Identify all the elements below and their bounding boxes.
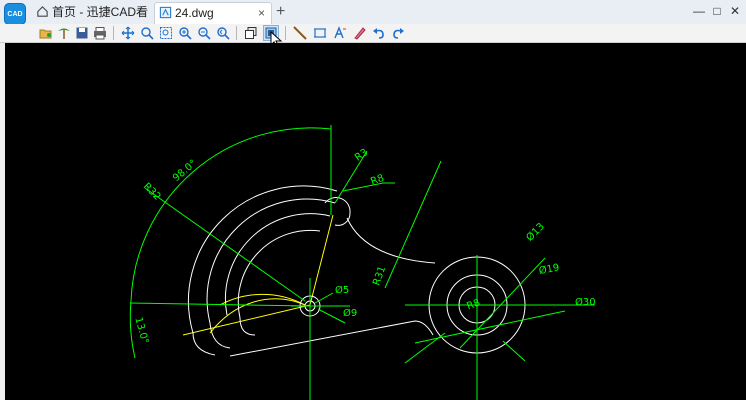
tab-close-icon[interactable]: × <box>258 3 265 23</box>
maximize-button[interactable]: □ <box>708 2 726 20</box>
dim-dia-5: Ø5 <box>335 284 349 296</box>
tree-icon[interactable] <box>56 25 72 41</box>
undo-icon[interactable] <box>371 25 387 41</box>
text-icon[interactable] <box>332 25 348 41</box>
title-bar: CAD 首页 - 迅捷CAD看图 24.dwg × + — □ ✕ <box>0 0 746 39</box>
zoom-previous-icon[interactable] <box>215 25 231 41</box>
home-icon <box>37 6 48 17</box>
dim-dia-30: Ø30 <box>575 296 596 308</box>
zoom-window-icon[interactable] <box>139 25 155 41</box>
markup-icon[interactable] <box>352 25 368 41</box>
layers-icon[interactable] <box>243 25 259 41</box>
dimension-lines <box>129 125 595 400</box>
measure-line-icon[interactable] <box>292 25 308 41</box>
save-icon[interactable] <box>74 25 90 41</box>
dim-dia-19: Ø19 <box>538 262 560 277</box>
tab-document[interactable]: 24.dwg × <box>154 2 272 24</box>
drawing-canvas[interactable]: 98.0° R32 R3 R8 R31 13.0° Ø5 Ø9 Ø13 Ø19 … <box>5 43 746 400</box>
dim-radius-32: R32 <box>141 181 163 203</box>
dim-dia-9: Ø9 <box>343 307 357 319</box>
zoom-in-icon[interactable] <box>177 25 193 41</box>
measure-area-icon[interactable] <box>312 25 328 41</box>
new-tab-button[interactable]: + <box>276 2 285 22</box>
toolbar-separator <box>113 26 114 40</box>
zoom-out-icon[interactable] <box>196 25 212 41</box>
print-icon[interactable] <box>92 25 108 41</box>
close-button[interactable]: ✕ <box>726 2 744 20</box>
redo-icon[interactable] <box>390 25 406 41</box>
open-icon[interactable] <box>38 25 54 41</box>
dwg-file-icon <box>159 6 172 19</box>
tab-document-label: 24.dwg <box>175 6 214 20</box>
cad-drawing: 98.0° R32 R3 R8 R31 13.0° Ø5 Ø9 Ø13 Ø19 … <box>129 125 596 400</box>
dim-radius-8-center: R8 <box>465 298 481 313</box>
zoom-extents-icon[interactable] <box>158 25 174 41</box>
toolbar-separator <box>236 26 237 40</box>
dim-dia-13: Ø13 <box>524 221 547 244</box>
tab-home[interactable]: 首页 - 迅捷CAD看图 <box>32 2 150 39</box>
minimize-button[interactable]: — <box>690 2 708 20</box>
toolbar <box>0 24 746 43</box>
toolbar-separator <box>285 26 286 40</box>
dim-radius-3: R3 <box>353 147 370 164</box>
app-logo[interactable]: CAD <box>4 3 26 25</box>
dim-angle-13: 13.0° <box>132 316 150 345</box>
dim-radius-31: R31 <box>371 265 388 287</box>
pan-icon[interactable] <box>120 25 136 41</box>
dim-radius-8: R8 <box>369 173 385 188</box>
